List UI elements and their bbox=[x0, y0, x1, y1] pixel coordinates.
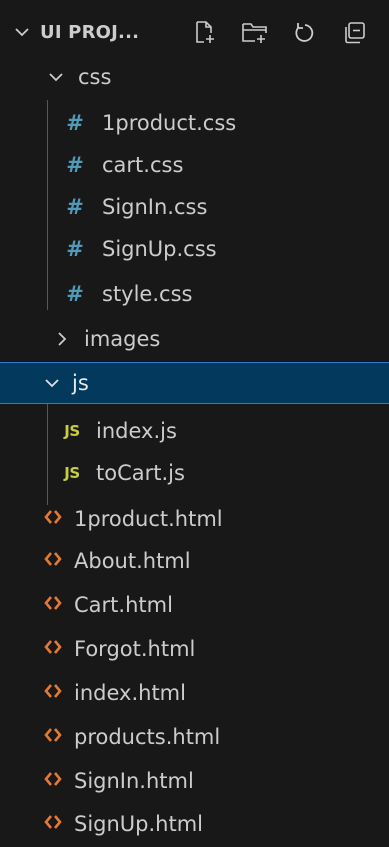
file-label: index.html bbox=[74, 681, 186, 705]
file-label: SignIn.css bbox=[102, 195, 208, 219]
collapse-all-icon[interactable] bbox=[340, 18, 370, 48]
js-file-icon: JS bbox=[64, 422, 80, 440]
html-file-icon bbox=[42, 725, 64, 749]
css-file-icon: # bbox=[66, 195, 84, 219]
css-file-icon: # bbox=[66, 153, 84, 177]
folder-images[interactable]: images bbox=[0, 318, 389, 360]
chevron-right-icon bbox=[58, 332, 67, 346]
new-folder-icon[interactable] bbox=[240, 18, 270, 48]
file-label: Cart.html bbox=[74, 593, 173, 617]
html-file-icon bbox=[42, 507, 64, 531]
file-item[interactable]: SignIn.html bbox=[0, 760, 389, 802]
file-label: cart.css bbox=[102, 153, 184, 177]
html-file-icon bbox=[42, 593, 64, 617]
file-label: Forgot.html bbox=[74, 637, 196, 661]
file-item[interactable]: SignUp.html bbox=[0, 803, 389, 845]
js-file-icon: JS bbox=[64, 464, 80, 482]
new-file-icon[interactable] bbox=[190, 18, 220, 48]
html-file-icon bbox=[42, 637, 64, 661]
file-item[interactable]: JS index.js bbox=[0, 410, 389, 452]
file-label: SignUp.css bbox=[102, 237, 217, 261]
folder-label: css bbox=[78, 65, 112, 89]
html-file-icon bbox=[42, 812, 64, 836]
file-item[interactable]: About.html bbox=[0, 540, 389, 582]
file-explorer: UI PROJ... css # 1product.css # cart.css… bbox=[0, 0, 389, 847]
file-item[interactable]: # SignIn.css bbox=[0, 186, 389, 228]
file-label: index.js bbox=[96, 419, 177, 443]
file-label: SignIn.html bbox=[74, 769, 194, 793]
html-file-icon bbox=[42, 549, 64, 573]
css-file-icon: # bbox=[66, 282, 84, 306]
file-label: products.html bbox=[74, 725, 221, 749]
file-item[interactable]: products.html bbox=[0, 716, 389, 758]
file-label: 1product.css bbox=[102, 111, 237, 135]
html-file-icon bbox=[42, 769, 64, 793]
file-item[interactable]: # 1product.css bbox=[0, 102, 389, 144]
folder-js[interactable]: js bbox=[0, 362, 389, 404]
chevron-down-icon bbox=[49, 73, 63, 82]
file-item[interactable]: # cart.css bbox=[0, 144, 389, 186]
chevron-down-icon bbox=[45, 379, 59, 388]
file-label: style.css bbox=[102, 282, 193, 306]
file-item[interactable]: Cart.html bbox=[0, 584, 389, 626]
file-item[interactable]: JS toCart.js bbox=[0, 452, 389, 494]
file-item[interactable]: Forgot.html bbox=[0, 628, 389, 670]
file-label: 1product.html bbox=[74, 507, 223, 531]
folder-label: js bbox=[72, 371, 89, 395]
refresh-icon[interactable] bbox=[290, 18, 320, 48]
file-item[interactable]: # SignUp.css bbox=[0, 228, 389, 270]
file-label: toCart.js bbox=[96, 461, 185, 485]
html-file-icon bbox=[42, 681, 64, 705]
folder-css[interactable]: css bbox=[0, 56, 389, 98]
file-item[interactable]: 1product.html bbox=[0, 498, 389, 540]
folder-label: images bbox=[84, 327, 161, 351]
file-label: SignUp.html bbox=[74, 812, 204, 836]
file-item[interactable]: # style.css bbox=[0, 273, 389, 315]
explorer-header[interactable]: UI PROJ... bbox=[0, 0, 389, 60]
file-item[interactable]: index.html bbox=[0, 672, 389, 714]
css-file-icon: # bbox=[66, 111, 84, 135]
css-file-icon: # bbox=[66, 237, 84, 261]
file-label: About.html bbox=[74, 549, 191, 573]
